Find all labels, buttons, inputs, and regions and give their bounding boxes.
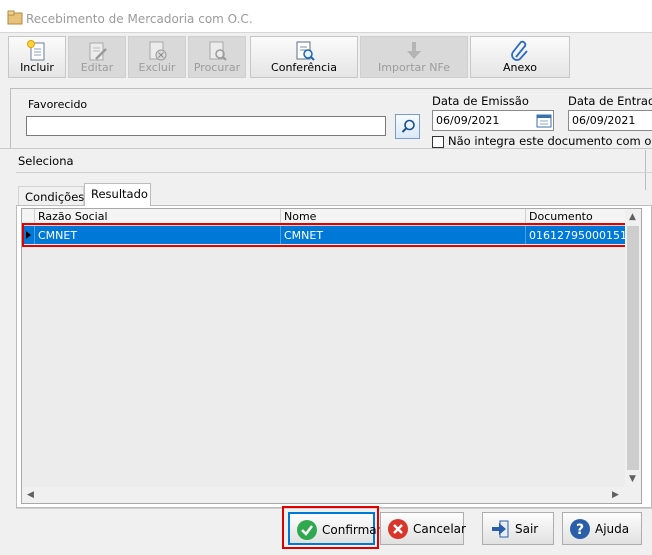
excluir-label: Excluir	[138, 61, 176, 74]
edit-document-icon	[89, 42, 107, 61]
search-document-icon	[209, 41, 227, 61]
tab-resultado[interactable]: Resultado	[84, 183, 151, 206]
procurar-label: Procurar	[193, 61, 241, 74]
scroll-up-icon[interactable]: ▲	[629, 212, 636, 222]
editar-label: Editar	[80, 61, 114, 74]
dialog-separator	[16, 172, 652, 173]
paperclip-icon	[511, 40, 528, 61]
window-title: Recebimento de Mercadoria com O.C.	[26, 12, 253, 26]
data-entrada-label: Data de Entrada	[568, 94, 652, 108]
download-arrow-icon	[407, 42, 421, 59]
nao-integra-label: Não integra este documento com o Con	[448, 134, 652, 148]
toolbar: Incluir Editar Excluir Procurar Conferên…	[0, 32, 652, 80]
conferencia-label: Conferência	[271, 61, 337, 74]
search-icon	[401, 119, 415, 133]
scroll-down-icon[interactable]: ▼	[629, 474, 636, 484]
anexo-button[interactable]: Anexo	[470, 36, 570, 78]
incluir-button[interactable]: Incluir	[8, 36, 66, 78]
sair-label: Sair	[515, 522, 539, 536]
new-document-icon	[27, 40, 45, 61]
tab-condicoes[interactable]: Condições	[18, 186, 84, 206]
calendar-icon[interactable]	[536, 112, 552, 128]
help-icon: ?	[570, 519, 590, 539]
confirm-highlight-box	[282, 506, 379, 549]
editar-button[interactable]: Editar	[68, 36, 126, 78]
scroll-right-icon[interactable]: ▶	[612, 490, 619, 500]
cancelar-button[interactable]: Cancelar	[380, 512, 466, 545]
delete-document-icon	[149, 41, 167, 61]
check-document-icon	[296, 41, 315, 61]
scroll-left-icon[interactable]: ◀	[27, 490, 34, 500]
vertical-scroll-thumb[interactable]	[627, 226, 639, 470]
conferencia-button[interactable]: Conferência	[250, 36, 358, 78]
sair-button[interactable]: Sair	[482, 512, 554, 545]
ajuda-button[interactable]: ? Ajuda	[562, 512, 642, 545]
background-window-edge	[645, 150, 652, 190]
data-entrada-input[interactable]: 06/09/2021	[568, 110, 652, 131]
app-icon	[7, 10, 23, 25]
excluir-button[interactable]: Excluir	[128, 36, 186, 78]
importar-nfe-label: Importar NFe	[378, 61, 450, 74]
result-grid	[21, 208, 642, 504]
nao-integra-checkbox[interactable]	[432, 136, 444, 148]
scrollbar-corner	[625, 487, 641, 503]
cancelar-label: Cancelar	[413, 522, 466, 536]
favorecido-input[interactable]	[26, 116, 386, 136]
procurar-button[interactable]: Procurar	[188, 36, 246, 78]
row-highlight-box	[22, 223, 628, 247]
data-emissao-label: Data de Emissão	[432, 94, 529, 108]
incluir-label: Incluir	[20, 61, 54, 74]
svg-text:?: ?	[576, 522, 584, 538]
favorecido-label: Favorecido	[28, 98, 88, 111]
importar-nfe-button[interactable]: Importar NFe	[360, 36, 468, 78]
favorecido-search-button[interactable]	[395, 114, 420, 139]
ajuda-label: Ajuda	[595, 522, 630, 536]
exit-door-icon	[492, 520, 509, 538]
dialog-title: Seleciona	[18, 154, 74, 168]
horizontal-scrollbar[interactable]	[22, 487, 625, 503]
cancel-circle-icon	[388, 519, 408, 539]
anexo-label: Anexo	[503, 61, 537, 74]
